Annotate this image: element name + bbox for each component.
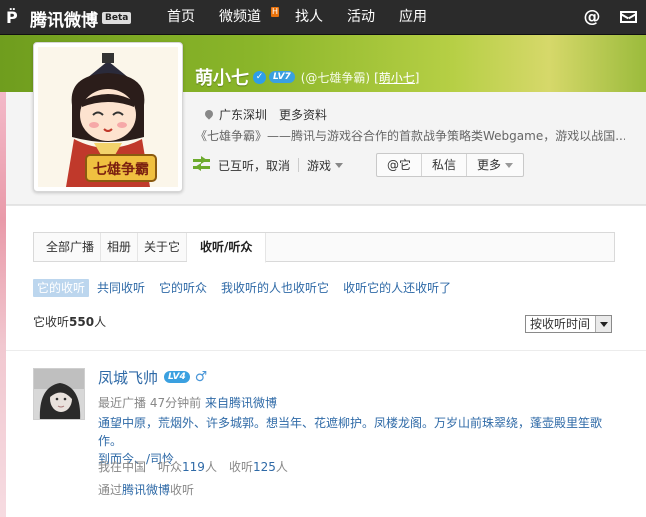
more-button-label: 更多 bbox=[477, 158, 502, 172]
list-divider bbox=[6, 350, 646, 351]
location-text: 广东深圳 bbox=[219, 108, 268, 122]
tab-about[interactable]: 关于它 bbox=[138, 233, 188, 261]
group-label: 游戏 bbox=[307, 158, 332, 173]
profile-alias-link[interactable]: [萌小七] bbox=[374, 69, 419, 86]
profile-avatar[interactable]: 七雄争霸 bbox=[33, 42, 183, 192]
following-count-link[interactable]: 125 bbox=[253, 460, 276, 474]
profile-name: 萌小七 bbox=[195, 68, 249, 89]
sort-select[interactable]: 按收听时间 bbox=[525, 315, 612, 333]
avatar-image: 七雄争霸 bbox=[38, 47, 178, 187]
nav-item-find-people[interactable]: 找人 bbox=[283, 0, 335, 35]
private-message-button[interactable]: 私信 bbox=[422, 154, 468, 176]
location-row: 广东深圳 更多资料 bbox=[205, 106, 327, 123]
count-prefix: 它收听 bbox=[33, 315, 70, 329]
more-button[interactable]: 更多 bbox=[467, 154, 523, 176]
group-dropdown[interactable]: 游戏 bbox=[307, 157, 344, 174]
subtab-common-following[interactable]: 共同收听 bbox=[97, 279, 145, 297]
nav-item-home[interactable]: 首页 bbox=[155, 0, 207, 35]
mentions-icon[interactable]: @ bbox=[582, 7, 602, 27]
tab-all-broadcasts[interactable]: 全部广播 bbox=[34, 233, 102, 261]
via-source-link[interactable]: 腾讯微博 bbox=[122, 483, 170, 497]
mention-button[interactable]: @它 bbox=[377, 154, 423, 176]
profile-name-row: 萌小七 ✓ LV7 (@七雄争霸) [萌小七] bbox=[195, 66, 419, 89]
user-location: 我在中国 bbox=[98, 460, 147, 474]
chevron-down-icon bbox=[505, 162, 514, 172]
following-label: 收听 bbox=[228, 460, 253, 474]
subtab-its-followers[interactable]: 它的听众 bbox=[159, 279, 207, 297]
divider bbox=[298, 158, 300, 172]
dropdown-arrow-icon bbox=[595, 316, 611, 332]
nav-item-apps[interactable]: 应用 bbox=[387, 0, 439, 35]
svg-text:七雄争霸: 七雄争霸 bbox=[93, 161, 149, 178]
recent-source-link[interactable]: 来自腾讯微博 bbox=[205, 396, 277, 410]
location-pin-icon bbox=[205, 110, 213, 120]
subtab-my-following-also-follow[interactable]: 我收听的人也收听它 bbox=[221, 279, 329, 297]
count-number: 550 bbox=[69, 315, 95, 329]
nav-item-events[interactable]: 活动 bbox=[335, 0, 387, 35]
tab-following-followers[interactable]: 收听/听众 bbox=[187, 233, 267, 263]
following-suffix: 人 bbox=[275, 460, 288, 474]
chevron-down-icon bbox=[335, 162, 344, 172]
recent-time: 47分钟前 bbox=[149, 396, 202, 410]
followers-count-link[interactable]: 119 bbox=[182, 460, 205, 474]
logo-text: 腾讯微博 bbox=[30, 10, 98, 31]
followers-suffix: 人 bbox=[204, 460, 217, 474]
sort-value: 按收听时间 bbox=[530, 317, 591, 331]
profile-action-buttons: @它 私信 更多 bbox=[376, 153, 525, 177]
via-prefix: 通过 bbox=[98, 483, 123, 497]
user-name[interactable]: 凤城飞帅 bbox=[98, 367, 158, 388]
avatar-illustration: 七雄争霸 bbox=[38, 47, 178, 187]
nav-item-channel[interactable]: 微频道 H bbox=[207, 0, 283, 35]
logo-icon: P̈ bbox=[6, 8, 18, 27]
level-badge[interactable]: LV7 bbox=[269, 71, 295, 83]
followers-label: 听众 bbox=[158, 460, 183, 474]
user-level-badge[interactable]: LV4 bbox=[164, 371, 190, 383]
user-avatar[interactable] bbox=[33, 368, 85, 420]
user-stats: 我在中国 听众119人 收听125人 bbox=[98, 458, 300, 475]
nav-menu: 首页 微频道 H 找人 活动 应用 bbox=[155, 0, 439, 35]
relation-row: 已互听，取消 游戏 bbox=[193, 153, 344, 177]
mutual-status-link[interactable]: 已互听，取消 bbox=[218, 157, 290, 174]
hot-badge: H bbox=[270, 7, 279, 17]
subtab-its-following[interactable]: 它的收听 bbox=[33, 279, 90, 297]
followers-stat: 听众119人 bbox=[158, 458, 217, 475]
recent-label: 最近广播 bbox=[98, 396, 147, 410]
following-stat: 收听125人 bbox=[229, 458, 288, 475]
profile-handle: (@七雄争霸) bbox=[300, 70, 371, 85]
mutual-follow-icon bbox=[193, 156, 210, 172]
more-info-link[interactable]: 更多资料 bbox=[279, 106, 327, 123]
user-avatar-image bbox=[34, 369, 84, 419]
nav-item-channel-label: 微频道 bbox=[219, 9, 261, 25]
profile-intro: 《七雄争霸》——腾讯与游戏谷合作的首款战争策略类Webgame，游戏以战国... bbox=[195, 129, 625, 143]
subtab-followers-also-follow[interactable]: 收听它的人还收听了 bbox=[343, 279, 451, 297]
user-name-row: 凤城飞帅 LV4 ♂ bbox=[98, 367, 207, 387]
logo[interactable]: P̈ 腾讯微博 Beta bbox=[6, 6, 132, 31]
verified-icon: ✓ bbox=[253, 70, 266, 84]
beta-badge: Beta bbox=[102, 12, 132, 24]
male-icon: ♂ bbox=[194, 369, 208, 385]
via-suffix: 收听 bbox=[170, 483, 195, 497]
count-suffix: 人 bbox=[94, 315, 107, 329]
recent-broadcast: 最近广播 47分钟前 来自腾讯微博 bbox=[98, 394, 277, 411]
top-navigation: P̈ 腾讯微博 Beta 首页 微频道 H 找人 活动 应用 @ bbox=[0, 0, 646, 35]
post-line: 通望中原，荒烟外、许多城郭。想当年、花遮柳护。凤楼龙阁。万岁山前珠翠绕，蓬壶殿里… bbox=[98, 416, 603, 448]
following-count: 它收听550人 bbox=[33, 313, 106, 330]
tab-album[interactable]: 相册 bbox=[101, 233, 139, 261]
following-subtabs: 它的收听 共同收听 它的听众 我收听的人也收听它 收听它的人还收听了 bbox=[33, 279, 465, 297]
mail-icon[interactable] bbox=[620, 11, 637, 23]
profile-alias: [萌小七] bbox=[374, 70, 420, 85]
profile-tabs: 全部广播 相册 关于它 收听/听众 bbox=[33, 232, 615, 263]
follow-via: 通过腾讯微博收听 bbox=[98, 481, 194, 498]
